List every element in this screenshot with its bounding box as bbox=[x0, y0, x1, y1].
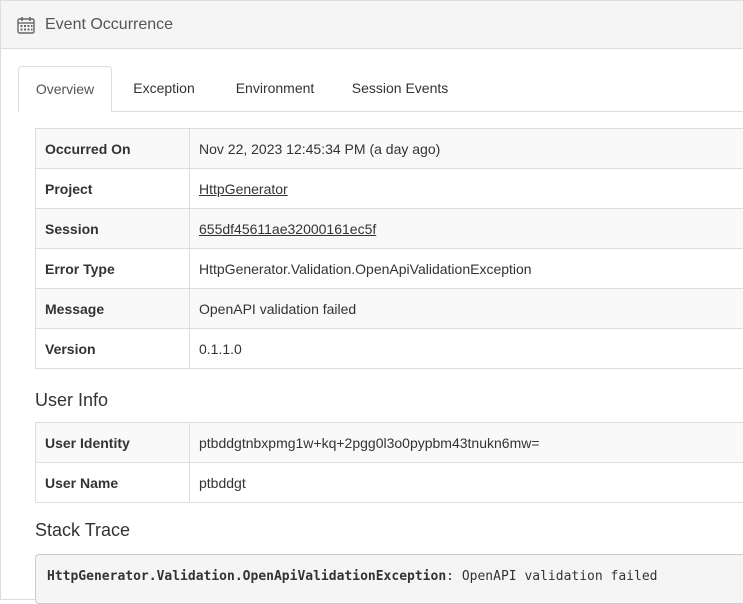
overview-table: Occurred On Nov 22, 2023 12:45:34 PM (a … bbox=[35, 128, 743, 369]
stack-trace-block: HttpGenerator.Validation.OpenApiValidati… bbox=[35, 554, 743, 604]
session-link[interactable]: 655df45611ae32000161ec5f bbox=[199, 221, 376, 237]
tab-overview[interactable]: Overview bbox=[18, 66, 112, 113]
stack-message: OpenAPI validation failed bbox=[454, 569, 658, 584]
table-row: User Name ptbddgt bbox=[36, 463, 743, 503]
occurred-on-label: Occurred On bbox=[36, 129, 190, 169]
user-identity-label: User Identity bbox=[36, 423, 190, 463]
table-row: Project HttpGenerator bbox=[36, 169, 743, 209]
user-info-heading: User Info bbox=[35, 390, 108, 411]
panel-heading: Event Occurrence bbox=[1, 1, 743, 49]
stack-separator: : bbox=[446, 569, 454, 584]
version-label: Version bbox=[36, 329, 190, 369]
message-value: OpenAPI validation failed bbox=[190, 289, 743, 329]
user-name-value: ptbddgt bbox=[190, 463, 743, 503]
calendar-icon bbox=[17, 16, 35, 34]
project-label: Project bbox=[36, 169, 190, 209]
user-identity-value: ptbddgtnbxpmg1w+kq+2pgg0l3o0pypbm43tnukn… bbox=[190, 423, 743, 463]
occurred-on-value: Nov 22, 2023 12:45:34 PM (a day ago) bbox=[190, 129, 743, 169]
panel-title: Event Occurrence bbox=[45, 16, 173, 34]
tab-session-events[interactable]: Session Events bbox=[344, 66, 456, 112]
version-value: 0.1.1.0 bbox=[190, 329, 743, 369]
tab-environment[interactable]: Environment bbox=[224, 66, 326, 112]
table-row: Session 655df45611ae32000161ec5f bbox=[36, 209, 743, 249]
event-occurrence-panel: Event Occurrence Overview Exception Envi… bbox=[0, 0, 743, 600]
stack-trace-heading: Stack Trace bbox=[35, 520, 130, 541]
message-label: Message bbox=[36, 289, 190, 329]
stack-exception-type: HttpGenerator.Validation.OpenApiValidati… bbox=[47, 569, 446, 584]
table-row: Error Type HttpGenerator.Validation.Open… bbox=[36, 249, 743, 289]
user-name-label: User Name bbox=[36, 463, 190, 503]
project-link[interactable]: HttpGenerator bbox=[199, 181, 288, 197]
error-type-value: HttpGenerator.Validation.OpenApiValidati… bbox=[190, 249, 743, 289]
session-label: Session bbox=[36, 209, 190, 249]
tab-bar: Overview Exception Environment Session E… bbox=[18, 66, 743, 112]
table-row: User Identity ptbddgtnbxpmg1w+kq+2pgg0l3… bbox=[36, 423, 743, 463]
error-type-label: Error Type bbox=[36, 249, 190, 289]
tab-exception[interactable]: Exception bbox=[122, 66, 206, 112]
table-row: Message OpenAPI validation failed bbox=[36, 289, 743, 329]
table-row: Occurred On Nov 22, 2023 12:45:34 PM (a … bbox=[36, 129, 743, 169]
user-info-table: User Identity ptbddgtnbxpmg1w+kq+2pgg0l3… bbox=[35, 422, 743, 503]
table-row: Version 0.1.1.0 bbox=[36, 329, 743, 369]
